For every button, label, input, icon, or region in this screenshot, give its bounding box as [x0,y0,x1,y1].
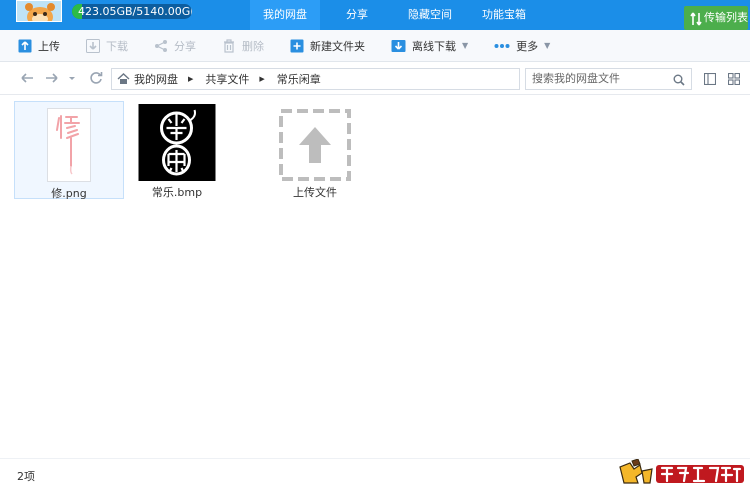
search-input[interactable]: 搜索我的网盘文件 [525,68,692,90]
breadcrumb-shared-files[interactable]: 共享文件 [205,71,249,87]
tab-share[interactable]: 分享 [322,0,392,30]
chevron-down-icon: ▼ [462,41,469,50]
delete-button[interactable]: 删除 [222,30,264,62]
offline-download-label: 离线下载 [412,39,456,53]
back-arrow-icon[interactable] [20,71,34,89]
delete-label: 删除 [242,39,264,53]
share-label: 分享 [174,39,196,53]
status-bar: 2项 [0,458,750,485]
breadcrumb-arrow-icon[interactable]: ▶ [259,75,264,83]
more-button[interactable]: 更多 ▼ [494,30,550,62]
home-icon[interactable] [117,73,130,85]
upload-icon [18,39,32,53]
upload-placeholder-icon [279,109,351,184]
top-bar: 423.05GB/5140.00GB 我的网盘 分享 隐藏空间 功能宝箱 传输列… [0,0,750,30]
more-dots-icon [494,43,510,49]
share-button[interactable]: 分享 [154,30,196,62]
new-folder-icon [290,39,304,53]
address-bar: 我的网盘 ▶ 共享文件 ▶ 常乐闲章 搜索我的网盘文件 [0,63,750,95]
offline-download-button[interactable]: 离线下载 ▼ [391,30,468,62]
toolbar: 上传 下载 分享 删除 新建文件夹 离线下载 ▼ 更多 ▼ [0,30,750,62]
site-logo-watermark [618,458,746,485]
upload-button[interactable]: 上传 [18,30,60,62]
upload-file-tile[interactable]: 上传文件 [260,101,370,199]
breadcrumb-arrow-icon[interactable]: ▶ [188,75,193,83]
history-dropdown-icon[interactable] [68,72,76,88]
search-placeholder: 搜索我的网盘文件 [532,72,620,85]
file-name: 修.png [51,187,87,200]
png-thumbnail-icon [47,108,91,185]
tab-hidden-space[interactable]: 隐藏空间 [394,0,466,30]
grid-view-icon[interactable] [727,72,741,88]
download-button[interactable]: 下载 [86,30,128,62]
transfer-list-label: 传输列表 [704,11,748,24]
new-folder-button[interactable]: 新建文件夹 [290,30,365,62]
search-icon[interactable] [673,73,685,93]
tab-toolbox[interactable]: 功能宝箱 [468,0,540,30]
transfer-list-button[interactable]: 传输列表 [684,6,748,30]
file-grid: 修.png 常乐.bmp 上传文件 [0,96,750,458]
download-label: 下载 [106,39,128,53]
download-icon [86,38,100,53]
file-item[interactable]: 修.png [14,101,124,200]
file-item[interactable]: 常乐.bmp [122,101,232,199]
chevron-down-icon: ▼ [544,41,551,50]
tab-my-disk[interactable]: 我的网盘 [250,0,320,30]
bmp-seal-thumbnail-icon [138,104,216,184]
main-tabs: 我的网盘 分享 隐藏空间 功能宝箱 [250,0,542,30]
file-name: 常乐.bmp [151,186,203,199]
breadcrumb-my-disk[interactable]: 我的网盘 [134,71,178,87]
forward-arrow-icon[interactable] [45,71,59,89]
more-label: 更多 [516,39,539,53]
upload-label: 上传 [38,39,60,53]
trash-icon [222,38,236,53]
file-name: 上传文件 [293,186,337,199]
list-view-icon[interactable] [703,72,717,88]
item-count: 2项 [17,470,35,483]
storage-quota-text: 423.05GB/5140.00GB [78,5,192,18]
refresh-icon[interactable] [89,71,103,89]
breadcrumb-current-folder[interactable]: 常乐闲章 [277,71,321,87]
user-avatar[interactable] [16,0,62,22]
storage-quota-bar: 423.05GB/5140.00GB [72,4,192,19]
new-folder-label: 新建文件夹 [310,39,365,53]
offline-download-icon [391,39,406,53]
share-icon [154,39,168,53]
breadcrumb: 我的网盘 ▶ 共享文件 ▶ 常乐闲章 [111,68,520,90]
